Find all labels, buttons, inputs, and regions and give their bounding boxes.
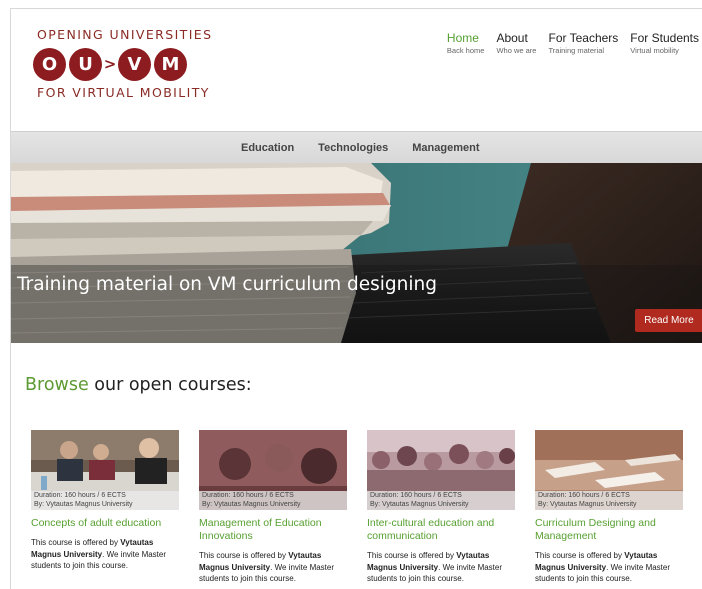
course-description: This course is offered by Vytautas Magnu… [535, 550, 683, 585]
course-meta: Duration: 160 hours / 6 ECTS By: Vytauta… [535, 491, 683, 510]
browse-heading: Browse our open courses: [25, 375, 252, 395]
nav-for-teachers-subtitle: Training material [548, 46, 605, 55]
nav-home-subtitle: Back home [446, 46, 485, 55]
logo-mark: O U > V M [33, 47, 187, 81]
site-header: OPENING UNIVERSITIES O U > V M FOR VIRTU… [11, 9, 702, 131]
course-meta: Duration: 160 hours / 6 ECTS By: Vytauta… [367, 491, 515, 510]
course-provider: By: Vytautas Magnus University [538, 500, 637, 508]
nav-home-title: Home [446, 31, 479, 45]
course-provider: By: Vytautas Magnus University [202, 500, 301, 508]
course-title[interactable]: Inter-cultural education and communicati… [367, 517, 515, 543]
course-desc-a: This course is offered by [199, 551, 289, 560]
category-navigation: Education Technologies Management [11, 131, 702, 163]
nav-home[interactable]: Home Back home [447, 31, 485, 55]
course-thumbnail[interactable]: Duration: 160 hours / 6 ECTS By: Vytauta… [31, 430, 179, 510]
nav-for-teachers-title: For Teachers [548, 31, 619, 45]
course-desc-a: This course is offered by [31, 538, 121, 547]
logo-top-text: OPENING UNIVERSITIES [37, 27, 213, 42]
course-card: Duration: 160 hours / 6 ECTS By: Vytauta… [367, 430, 515, 585]
course-meta: Duration: 160 hours / 6 ECTS By: Vytauta… [199, 491, 347, 510]
read-more-button[interactable]: Read More [635, 309, 702, 332]
logo-arrow: > [103, 55, 117, 73]
nav-about[interactable]: About Who we are [496, 31, 536, 55]
nav-for-students-title: For Students [630, 31, 699, 45]
hero-title: Training material on VM curriculum desig… [17, 274, 437, 295]
course-duration: Duration: 160 hours / 6 ECTS [538, 492, 630, 499]
hero-banner: Training material on VM curriculum desig… [11, 163, 702, 343]
course-title[interactable]: Concepts of adult education [31, 517, 179, 530]
logo-letter-v: V [118, 47, 151, 81]
course-thumbnail[interactable]: Duration: 160 hours / 6 ECTS By: Vytauta… [535, 430, 683, 510]
course-description: This course is offered by Vytautas Magnu… [31, 537, 179, 572]
course-duration: Duration: 160 hours / 6 ECTS [202, 492, 294, 499]
course-description: This course is offered by Vytautas Magnu… [199, 550, 347, 585]
logo-letter-m: M [154, 47, 187, 81]
nav-for-teachers[interactable]: For Teachers Training material [548, 31, 618, 55]
category-education[interactable]: Education [241, 142, 294, 154]
nav-about-subtitle: Who we are [496, 46, 537, 55]
course-title[interactable]: Management of Education Innovations [199, 517, 347, 543]
nav-for-students-subtitle: Virtual mobility [630, 46, 679, 55]
course-thumbnail[interactable]: Duration: 160 hours / 6 ECTS By: Vytauta… [199, 430, 347, 510]
course-provider: By: Vytautas Magnus University [34, 500, 133, 508]
browse-highlight: Browse [25, 375, 89, 395]
logo-bottom-text: FOR VIRTUAL MOBILITY [37, 85, 210, 100]
course-card: Duration: 160 hours / 6 ECTS By: Vytauta… [31, 430, 179, 572]
course-duration: Duration: 160 hours / 6 ECTS [34, 492, 126, 499]
course-card: Duration: 160 hours / 6 ECTS By: Vytauta… [535, 430, 683, 585]
course-card: Duration: 160 hours / 6 ECTS By: Vytauta… [199, 430, 347, 585]
course-desc-a: This course is offered by [535, 551, 625, 560]
course-meta: Duration: 160 hours / 6 ECTS By: Vytauta… [31, 491, 179, 510]
page-frame: OPENING UNIVERSITIES O U > V M FOR VIRTU… [10, 8, 702, 589]
course-description: This course is offered by Vytautas Magnu… [367, 550, 515, 585]
logo-letter-o: O [33, 47, 66, 81]
course-provider: By: Vytautas Magnus University [370, 500, 469, 508]
course-thumbnail[interactable]: Duration: 160 hours / 6 ECTS By: Vytauta… [367, 430, 515, 510]
nav-about-title: About [496, 31, 528, 45]
course-duration: Duration: 160 hours / 6 ECTS [370, 492, 462, 499]
category-management[interactable]: Management [412, 142, 479, 154]
browse-rest: our open courses: [88, 375, 252, 395]
logo-letter-u: U [69, 47, 102, 81]
top-navigation: Home Back home About Who we are For Teac… [435, 31, 699, 55]
nav-for-students[interactable]: For Students Virtual mobility [630, 31, 699, 55]
course-list: Duration: 160 hours / 6 ECTS By: Vytauta… [31, 430, 702, 589]
course-title[interactable]: Curriculum Designing and Management [535, 517, 683, 543]
course-desc-a: This course is offered by [367, 551, 457, 560]
category-technologies[interactable]: Technologies [318, 142, 388, 154]
